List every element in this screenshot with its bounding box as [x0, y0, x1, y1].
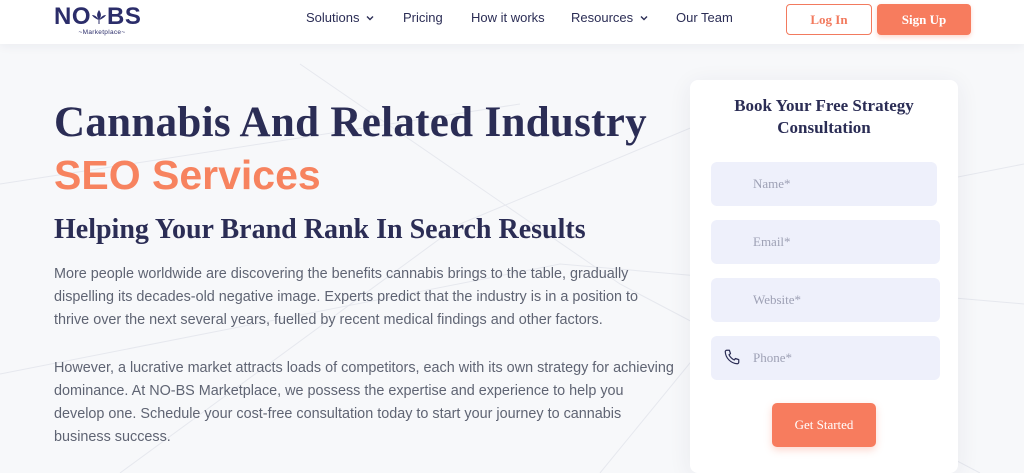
hero-accent-title: SEO Services [54, 152, 321, 198]
phone-input[interactable] [711, 336, 940, 380]
nav-item-label: How it works [471, 10, 545, 25]
nav-item-our-team[interactable]: Our Team [676, 10, 733, 25]
phone-icon [724, 349, 740, 365]
logo-text-left: NO [54, 3, 91, 30]
name-input[interactable] [711, 162, 937, 206]
nav-item-resources[interactable]: Resources [571, 10, 648, 25]
name-field [711, 162, 937, 206]
email-input[interactable] [711, 220, 940, 264]
email-field [711, 220, 940, 264]
nav-item-solutions[interactable]: Solutions [306, 10, 374, 25]
chevron-down-icon [366, 15, 374, 20]
phone-field [711, 336, 940, 380]
nav-item-pricing[interactable]: Pricing [403, 10, 443, 25]
logo-text-right: BS [107, 3, 142, 30]
nav-item-label: Resources [571, 10, 634, 25]
nav-item-how-it-works[interactable]: How it works [471, 10, 545, 25]
form-title-line-2: Consultation [777, 118, 871, 137]
website-input[interactable] [711, 278, 940, 322]
website-field [711, 278, 940, 322]
login-button[interactable]: Log In [786, 4, 872, 35]
chevron-down-icon [640, 15, 648, 20]
logo-tagline: ~Marketplace~ [78, 29, 126, 36]
hero-title: Cannabis And Related Industry [54, 99, 647, 146]
cannabis-leaf-icon [92, 10, 106, 24]
brand-logo[interactable]: NO BS ~Marketplace~ [54, 4, 154, 40]
get-started-button[interactable]: Get Started [772, 403, 876, 447]
intro-paragraph: More people worldwide are discovering th… [54, 266, 638, 328]
nav-item-label: Our Team [676, 10, 733, 25]
signup-button[interactable]: Sign Up [877, 4, 971, 35]
form-title-line-1: Book Your Free Strategy [734, 96, 914, 115]
nav-item-label: Pricing [403, 10, 443, 25]
intro-paragraph-2: However, a lucrative market attracts loa… [54, 360, 674, 445]
form-title: Book Your Free Strategy Consultation [690, 95, 958, 139]
top-navbar: NO BS ~Marketplace~ Solutions Pricing Ho… [0, 0, 1024, 44]
nav-item-label: Solutions [306, 10, 360, 25]
hero-subtitle: Helping Your Brand Rank In Search Result… [54, 214, 586, 245]
